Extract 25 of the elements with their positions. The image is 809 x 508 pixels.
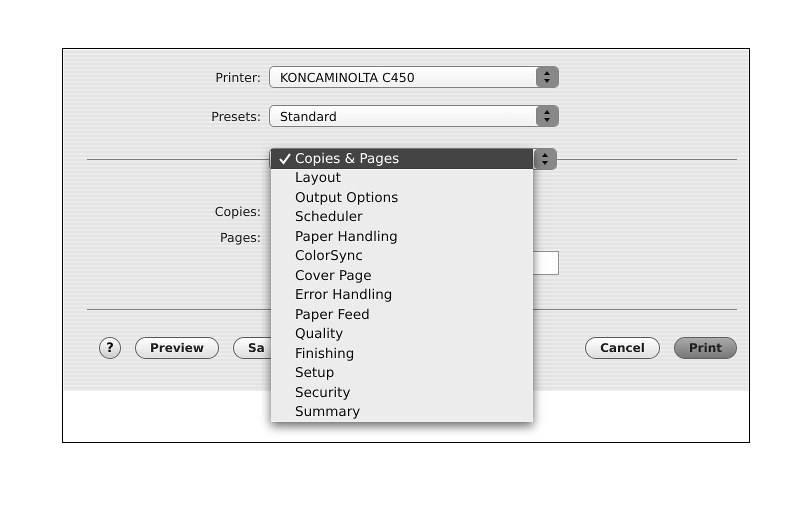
dialog-button[interactable]: Cancel: [585, 337, 660, 359]
pages-label: Pages:: [220, 230, 261, 244]
menu-item[interactable]: Setup: [271, 364, 533, 383]
menu-item[interactable]: Paper Handling: [271, 227, 533, 246]
printer-label: Printer:: [215, 70, 261, 84]
check-icon: [279, 152, 291, 165]
presets-popup[interactable]: Standard: [269, 105, 559, 127]
print-button[interactable]: Print: [674, 337, 737, 359]
menu-item[interactable]: Layout: [271, 168, 533, 188]
dialog-button[interactable]: Preview: [135, 337, 220, 359]
printer-popup[interactable]: KONCAMINOLTA C450: [269, 66, 559, 88]
stepper-icon: [536, 106, 558, 126]
copies-label: Copies:: [214, 204, 261, 218]
menu-item[interactable]: Copies & Pages: [271, 149, 533, 168]
menu-item[interactable]: Error Handling: [271, 286, 533, 305]
menu-item[interactable]: Output Options: [271, 188, 533, 208]
stepper-icon: [536, 67, 558, 87]
help-button[interactable]: ?: [99, 337, 121, 359]
menu-item[interactable]: ColorSync: [271, 246, 533, 266]
menu-item[interactable]: Summary: [271, 402, 533, 422]
presets-label: Presets:: [211, 108, 261, 124]
menu-item[interactable]: Cover Page: [271, 266, 533, 286]
menu-item[interactable]: Paper Feed: [271, 305, 533, 324]
menu-item[interactable]: Scheduler: [271, 208, 533, 227]
menu-item[interactable]: Security: [271, 383, 533, 402]
